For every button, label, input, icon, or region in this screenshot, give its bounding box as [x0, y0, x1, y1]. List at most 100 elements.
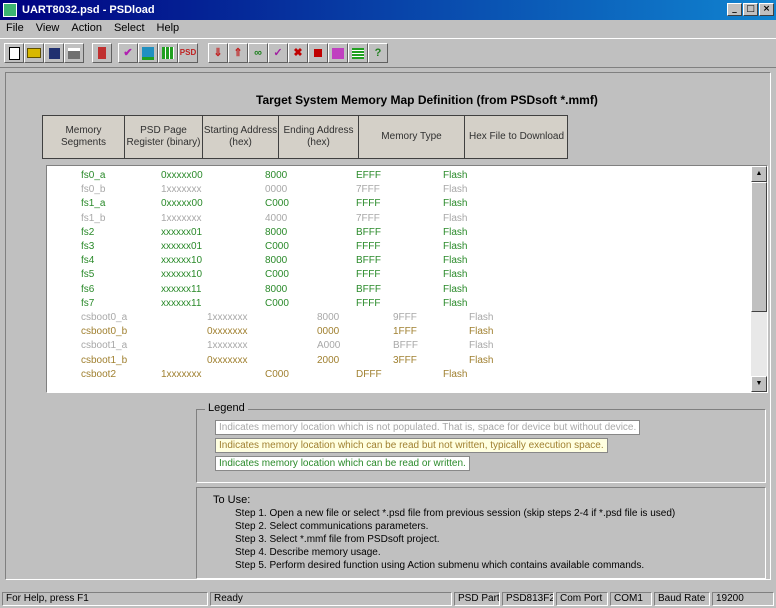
menu-view[interactable]: View: [30, 20, 66, 38]
download-icon[interactable]: ⇓: [208, 43, 228, 63]
memory-map-grid[interactable]: fs0_a 0xxxxx00 8000 EFFF Flash fs0_b 1xxxxxxx 0…: [46, 165, 768, 393]
cell-page-register: 0xxxxxxx: [207, 326, 248, 338]
cell-memory-type: Flash: [443, 269, 468, 281]
table-row[interactable]: csboot0_a 1xxxxxxx 8000 9FFF Flash: [47, 312, 747, 325]
table-row[interactable]: fs1_b 1xxxxxxx 4000 7FFF Flash: [47, 213, 747, 226]
instructions-group: To Use: Step 1. Open a new file or selec…: [196, 487, 766, 579]
cell-memory-type: Flash: [443, 368, 468, 380]
verify-icon[interactable]: ✓: [268, 43, 288, 63]
cancel-icon[interactable]: ✖: [288, 43, 308, 63]
close-button[interactable]: ×: [759, 3, 774, 16]
cell-end-address: FFFF: [356, 241, 381, 252]
cell-page-register: xxxxxx01: [161, 226, 203, 238]
table-row[interactable]: fs4 xxxxxx10 8000 BFFF Flash: [47, 255, 747, 268]
table-row[interactable]: fs5 xxxxxx10 C000 FFFF Flash: [47, 269, 747, 282]
cell-memory-type: Flash: [443, 297, 468, 309]
maximize-button[interactable]: □: [743, 3, 758, 16]
cell-end-address: BFFF: [356, 255, 381, 267]
cell-end-address: 3FFF: [393, 354, 417, 366]
cell-page-register: xxxxxx10: [161, 269, 203, 281]
table-row[interactable]: fs3 xxxxxx01 C000 FFFF Flash: [47, 241, 747, 254]
save-icon[interactable]: [44, 43, 64, 63]
cell-start-address: C000: [265, 297, 289, 309]
cell-segment: fs1_b: [81, 212, 106, 224]
status-psd-part: PSD813F2: [502, 592, 554, 606]
grid-icon[interactable]: [158, 43, 178, 63]
cell-page-register: 1xxxxxxx: [207, 340, 248, 352]
table-row[interactable]: csboot1_b 0xxxxxxx 2000 3FFF Flash: [47, 355, 747, 368]
step-4: Step 4. Describe memory usage.: [235, 547, 381, 558]
cell-end-address: 9FFF: [393, 312, 417, 323]
cell-start-address: 8000: [317, 312, 340, 323]
cell-segment: csboot2: [81, 368, 117, 380]
menu-file[interactable]: File: [0, 20, 30, 38]
cell-end-address: 7FFF: [356, 184, 380, 196]
cell-end-address: DFFF: [356, 368, 382, 380]
cell-start-address: 2000: [317, 354, 340, 366]
new-file-icon[interactable]: [4, 43, 24, 63]
cell-page-register: 1xxxxxxx: [161, 212, 202, 224]
stop-icon[interactable]: [308, 43, 328, 63]
step-2: Step 2. Select communications parameters…: [235, 521, 429, 532]
minimize-button[interactable]: _: [727, 3, 742, 16]
header-start-address: Starting Address (hex): [202, 115, 278, 159]
table-row[interactable]: fs7 xxxxxx11 C000 FFFF Flash: [47, 298, 747, 311]
cell-page-register: xxxxxx11: [161, 283, 202, 295]
header-memory-type: Memory Type: [358, 115, 464, 159]
table-row[interactable]: fs1_a 0xxxxx00 C000 FFFF Flash: [47, 198, 747, 211]
cell-start-address: 0000: [317, 326, 340, 338]
cell-segment: fs5: [81, 269, 95, 281]
table-row[interactable]: fs0_a 0xxxxx00 8000 EFFF Flash: [47, 170, 747, 183]
menu-help[interactable]: Help: [151, 20, 186, 38]
cell-segment: fs2: [81, 226, 95, 238]
cell-segment: fs6: [81, 283, 95, 295]
open-folder-icon[interactable]: [24, 43, 44, 63]
print-icon[interactable]: [64, 43, 84, 63]
table-row[interactable]: fs0_b 1xxxxxxx 0000 7FFF Flash: [47, 184, 747, 197]
cell-start-address: 4000: [265, 212, 288, 224]
step-5: Step 5. Perform desired function using A…: [235, 560, 645, 571]
status-help: For Help, press F1: [2, 592, 208, 606]
cell-page-register: xxxxxx10: [161, 255, 203, 267]
vertical-scrollbar[interactable]: ▲ ▼: [751, 166, 767, 392]
menu-action[interactable]: Action: [65, 20, 108, 38]
cell-memory-type: Flash: [469, 340, 494, 352]
check-icon[interactable]: ✔: [118, 43, 138, 63]
table-row[interactable]: fs2 xxxxxx01 8000 BFFF Flash: [47, 227, 747, 240]
scroll-down-icon[interactable]: ▼: [751, 376, 767, 392]
help-icon[interactable]: ?: [368, 43, 388, 63]
status-com-port-label: Com Port: [556, 592, 608, 606]
menu-select[interactable]: Select: [108, 20, 151, 38]
cell-segment: fs4: [81, 255, 95, 267]
cell-start-address: 0000: [265, 184, 288, 196]
upload-icon[interactable]: ⇑: [228, 43, 248, 63]
cell-start-address: C000: [265, 368, 289, 380]
memmap-icon[interactable]: [348, 43, 368, 63]
table-row[interactable]: csboot1_a 1xxxxxxx A000 BFFF Flash: [47, 340, 747, 353]
cell-end-address: BFFF: [393, 340, 418, 352]
chart-icon[interactable]: [138, 43, 158, 63]
cell-page-register: xxxxxx11: [161, 297, 202, 309]
cell-segment: fs3: [81, 241, 95, 252]
status-ready: Ready: [210, 592, 452, 606]
scroll-up-icon[interactable]: ▲: [751, 166, 767, 182]
scroll-thumb[interactable]: [751, 182, 767, 312]
psd-icon[interactable]: PSD: [178, 43, 198, 63]
cell-page-register: 1xxxxxxx: [207, 312, 248, 323]
cell-start-address: A000: [317, 340, 341, 352]
table-row[interactable]: fs6 xxxxxx11 8000 BFFF Flash: [47, 284, 747, 297]
toolbar: ✔ PSD ⇓ ⇑ ∞ ✓ ✖ ?: [0, 38, 776, 68]
chip-icon[interactable]: [92, 43, 112, 63]
erase-icon[interactable]: ∞: [248, 43, 268, 63]
cell-memory-type: Flash: [443, 198, 468, 210]
cell-end-address: 7FFF: [356, 212, 380, 224]
window-title: UART8032.psd - PSDload: [22, 4, 155, 16]
table-row[interactable]: csboot2 1xxxxxxx C000 DFFF Flash: [47, 369, 747, 382]
cell-start-address: 8000: [265, 226, 288, 238]
app-icon[interactable]: [3, 3, 17, 17]
cell-segment: fs0_a: [81, 170, 106, 181]
cell-start-address: 8000: [265, 283, 288, 295]
cell-memory-type: Flash: [469, 312, 494, 323]
table-row[interactable]: csboot0_b 0xxxxxxx 0000 1FFF Flash: [47, 326, 747, 339]
config-icon[interactable]: [328, 43, 348, 63]
